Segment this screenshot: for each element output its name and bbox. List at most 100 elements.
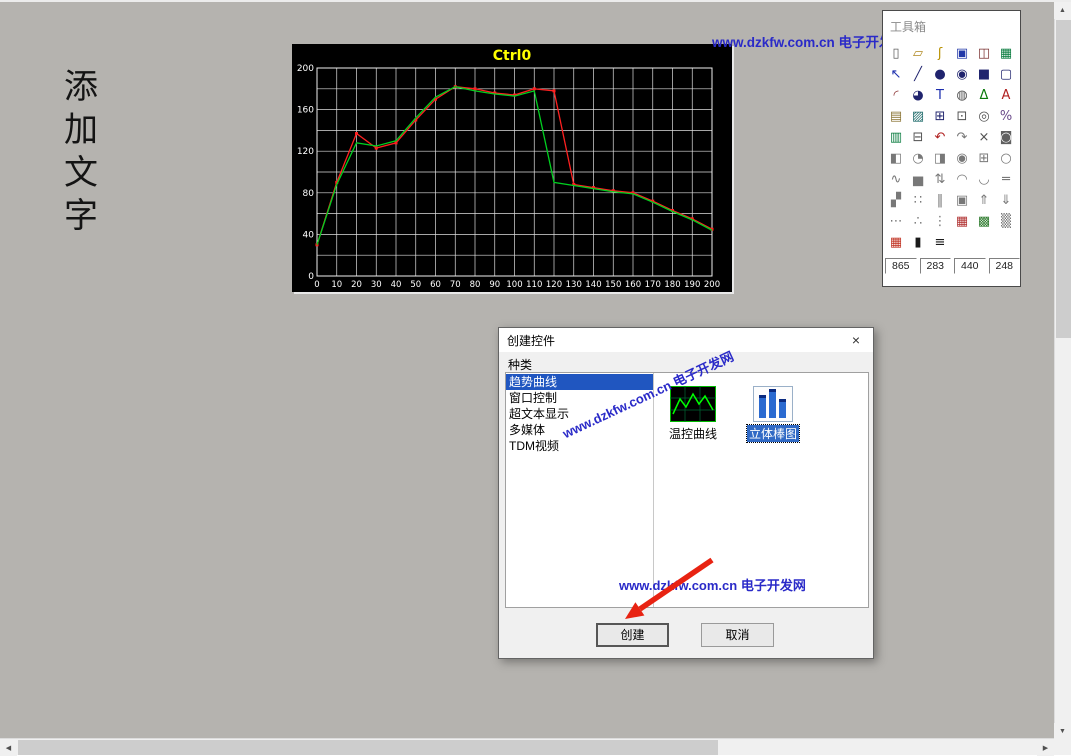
- svg-text:150: 150: [605, 280, 621, 290]
- rounded-rect-tool-icon[interactable]: ▢: [995, 64, 1017, 85]
- counter-widget-icon[interactable]: ⊞: [973, 148, 995, 169]
- toolbox-title: 工具箱: [883, 11, 1020, 43]
- svg-text:70: 70: [450, 280, 461, 290]
- svg-text:180: 180: [664, 280, 680, 290]
- toolbox-position-fields: 865283440248: [885, 258, 1020, 274]
- trend-chart-plot: 0408012016020001020304050607080901001101…: [292, 44, 732, 292]
- duplicate-icon[interactable]: ◙: [995, 127, 1017, 148]
- field-left[interactable]: 865: [885, 258, 917, 274]
- toolbox-icon-grid: ▯▱ʃ▣◫▦↖╱●◉■▢◜◕T◍ΔA▤▨⊞⊡◎%▥⊟↶↷×◙◧◔◨◉⊞○∿▅⇅◠…: [885, 43, 1020, 253]
- updown-widget-icon[interactable]: ⇅: [929, 169, 951, 190]
- window-tool-icon[interactable]: ⊡: [951, 106, 973, 127]
- callout-tool-icon[interactable]: ◍: [951, 85, 973, 106]
- trend-chart-widget[interactable]: 0408012016020001020304050607080901001101…: [292, 44, 732, 292]
- scale-tool-icon[interactable]: %: [995, 106, 1017, 127]
- page-up-widget-icon[interactable]: ⇑: [973, 190, 995, 211]
- vertical-scrollbar-thumb[interactable]: [1056, 20, 1071, 338]
- delete-icon[interactable]: ×: [973, 127, 995, 148]
- toolbox-panel: 工具箱 ▯▱ʃ▣◫▦↖╱●◉■▢◜◕T◍ΔA▤▨⊞⊡◎%▥⊟↶↷×◙◧◔◨◉⊞○…: [882, 10, 1021, 287]
- svg-text:50: 50: [410, 280, 421, 290]
- canvas-text-object[interactable]: 添 加 文 字: [60, 66, 102, 238]
- svg-text:Ctrl0: Ctrl0: [493, 48, 532, 64]
- pie-tool-icon[interactable]: ◕: [907, 85, 929, 106]
- save-icon[interactable]: ▣: [951, 43, 973, 64]
- palette-widget-icon[interactable]: ▦: [885, 232, 907, 253]
- horizontal-scrollbar[interactable]: ◀ ▶: [0, 738, 1054, 755]
- trend-widget-icon[interactable]: ∿: [885, 169, 907, 190]
- category-trend-curve[interactable]: 趋势曲线: [506, 374, 653, 390]
- svg-text:40: 40: [303, 230, 315, 240]
- category-label: 种类: [508, 356, 532, 373]
- histogram-widget-icon[interactable]: ▅: [907, 169, 929, 190]
- category-tdm-video[interactable]: TDM视频: [506, 438, 653, 454]
- bars-widget-icon[interactable]: ‖: [929, 190, 951, 211]
- tri-dots-widget-icon[interactable]: ∴: [907, 211, 929, 232]
- svg-text:110: 110: [526, 280, 542, 290]
- panel-widget-icon[interactable]: ◧: [885, 148, 907, 169]
- control-temp-curve-icon: [670, 386, 716, 422]
- scroll-left-icon[interactable]: ◀: [0, 739, 17, 756]
- rect-tool-icon[interactable]: ■: [973, 64, 995, 85]
- image-tool-icon[interactable]: ▨: [907, 106, 929, 127]
- clipboard-tool-icon[interactable]: ▤: [885, 106, 907, 127]
- button-tool-icon[interactable]: ⊟: [907, 127, 929, 148]
- text-tool-icon[interactable]: T: [929, 85, 951, 106]
- table-tool-icon[interactable]: ⊞: [929, 106, 951, 127]
- svg-text:170: 170: [645, 280, 661, 290]
- bargraph-tool-icon[interactable]: ▥: [885, 127, 907, 148]
- page-down-widget-icon[interactable]: ⇓: [995, 190, 1017, 211]
- circle-tool-icon[interactable]: ◉: [951, 64, 973, 85]
- arc-tool-icon[interactable]: ◜: [885, 85, 907, 106]
- svg-text:60: 60: [430, 280, 441, 290]
- pipe-widget-icon[interactable]: ═: [995, 169, 1017, 190]
- svg-text:80: 80: [470, 280, 481, 290]
- field-width[interactable]: 440: [954, 258, 986, 274]
- color-grid-widget-icon[interactable]: ▦: [951, 211, 973, 232]
- field-top[interactable]: 283: [920, 258, 952, 274]
- svg-text:0: 0: [314, 280, 319, 290]
- close-icon[interactable]: ×: [839, 328, 873, 352]
- label-tool-icon[interactable]: A: [995, 85, 1017, 106]
- canvas-text-char: 加: [60, 109, 102, 152]
- line-tool-icon[interactable]: ╱: [907, 64, 929, 85]
- horizontal-scrollbar-thumb[interactable]: [18, 740, 718, 755]
- report-chart-icon[interactable]: ◫: [973, 43, 995, 64]
- gauge-widget-icon[interactable]: ◔: [907, 148, 929, 169]
- ellipsis-widget-icon[interactable]: ⋯: [885, 211, 907, 232]
- svg-text:80: 80: [303, 189, 315, 199]
- svg-text:90: 90: [489, 280, 500, 290]
- redo-icon[interactable]: ↷: [951, 127, 973, 148]
- display-grid-icon[interactable]: ▦: [995, 43, 1017, 64]
- vertical-scrollbar[interactable]: ▲ ▼: [1054, 2, 1071, 740]
- knob-widget-icon[interactable]: ◉: [951, 148, 973, 169]
- new-page-icon[interactable]: ▯: [885, 43, 907, 64]
- zoom-tool-icon[interactable]: ◎: [973, 106, 995, 127]
- open-folder-icon[interactable]: ▱: [907, 43, 929, 64]
- select-cursor-icon[interactable]: ↖: [885, 64, 907, 85]
- design-canvas: 添 加 文 字 04080120160200010203040506070809…: [0, 0, 1071, 755]
- signal-pen-icon[interactable]: ʃ: [929, 43, 951, 64]
- dots-widget-icon[interactable]: ∷: [907, 190, 929, 211]
- lamp-widget-icon[interactable]: ○: [995, 148, 1017, 169]
- barcode-widget-icon[interactable]: ▮: [907, 232, 929, 253]
- undo-icon[interactable]: ↶: [929, 127, 951, 148]
- list-lines-widget-icon[interactable]: ≡: [929, 232, 951, 253]
- vdots-widget-icon[interactable]: ⋮: [929, 211, 951, 232]
- shade-widget-icon[interactable]: ▒: [995, 211, 1017, 232]
- svg-text:160: 160: [297, 106, 314, 116]
- arc-meter-widget-icon[interactable]: ◠: [951, 169, 973, 190]
- scroll-right-icon[interactable]: ▶: [1037, 739, 1054, 756]
- pattern-widget-icon[interactable]: ▩: [973, 211, 995, 232]
- slider-widget-icon[interactable]: ◨: [929, 148, 951, 169]
- ellipse-tool-icon[interactable]: ●: [929, 64, 951, 85]
- bell-control-icon[interactable]: Δ: [973, 85, 995, 106]
- control-bar3d[interactable]: 立体棒图: [738, 386, 808, 443]
- svg-text:190: 190: [684, 280, 700, 290]
- frame-widget-icon[interactable]: ▣: [951, 190, 973, 211]
- field-height[interactable]: 248: [989, 258, 1021, 274]
- scroll-up-icon[interactable]: ▲: [1054, 2, 1071, 19]
- tank-widget-icon[interactable]: ◡: [973, 169, 995, 190]
- red-pointer-arrow: [595, 547, 725, 627]
- hatch-widget-icon[interactable]: ▞: [885, 190, 907, 211]
- watermark-top: www.dzkfw.com.cn 电子开发网: [712, 31, 906, 51]
